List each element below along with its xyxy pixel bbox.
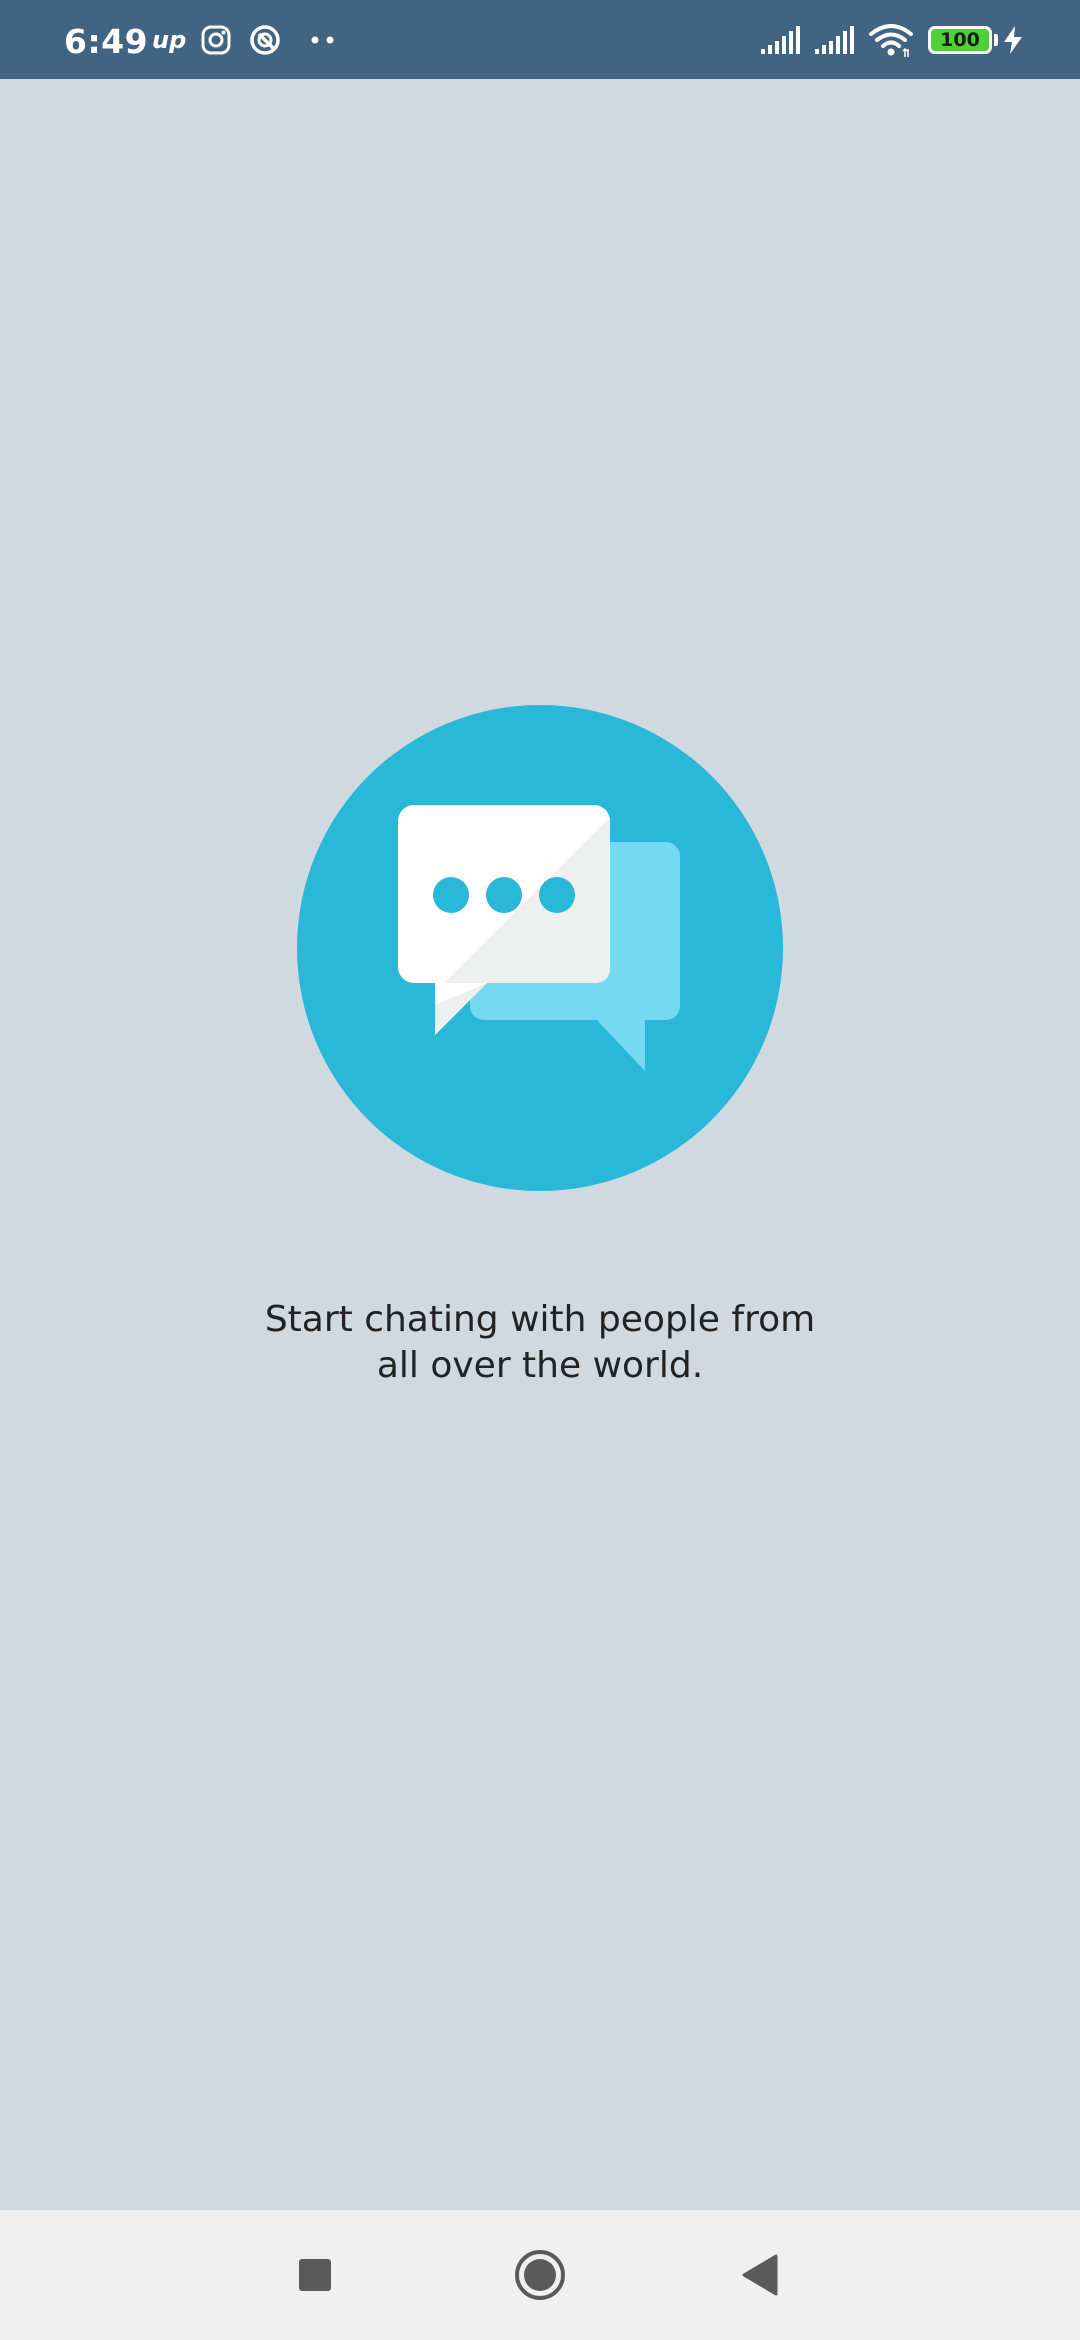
navigation-bar (0, 2210, 1080, 2340)
tagline-line-2: all over the world. (376, 1345, 704, 1386)
status-time: 6:49 (64, 22, 149, 61)
battery-icon: 100 (928, 0, 998, 79)
more-dots-icon (310, 0, 336, 79)
chat-illustration (297, 705, 783, 1191)
back-icon (742, 2254, 778, 2296)
battery-level: 100 (928, 25, 992, 54)
up-label: up (152, 25, 187, 54)
signal-icon (814, 0, 856, 79)
wifi-icon (868, 0, 914, 79)
recent-apps-button[interactable] (260, 2210, 370, 2340)
tagline: Start chating with people from all over … (190, 1297, 890, 1389)
back-button[interactable] (705, 2210, 815, 2340)
tagline-line-1: Start chating with people from (264, 1299, 816, 1340)
home-button[interactable] (485, 2210, 595, 2340)
charging-bolt-icon (1002, 0, 1024, 79)
signal-icon (760, 0, 802, 79)
assistant-icon (248, 0, 282, 79)
chat-bubbles-icon (297, 705, 783, 1191)
home-icon (515, 2250, 565, 2300)
recent-apps-icon (299, 2259, 331, 2291)
up-icon: up (152, 0, 186, 79)
instagram-icon (200, 0, 232, 79)
status-bar: 6:49 up 100 (0, 0, 1080, 79)
